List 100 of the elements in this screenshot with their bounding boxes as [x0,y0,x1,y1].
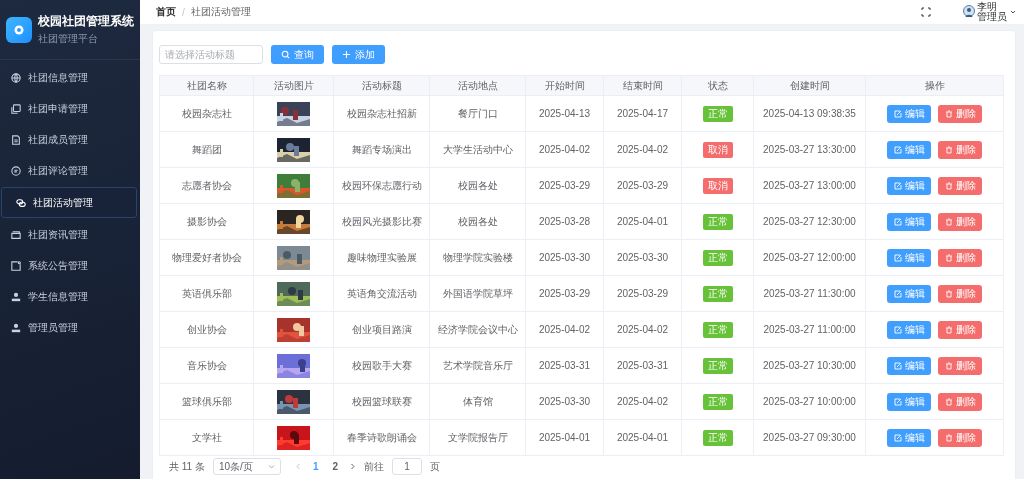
column-header: 活动标题 [333,75,430,96]
status-tag: 正常 [702,357,733,374]
trash-icon [944,289,953,298]
folder-icon [11,229,21,240]
status-tag: 取消 [702,177,733,194]
delete-button[interactable]: 删除 [938,140,982,159]
sidebar-item[interactable]: 社团评论管理 [3,155,137,186]
edit-button[interactable]: 编辑 [887,140,931,159]
trash-icon [944,361,953,370]
table-cell: 2025-03-27 11:30:00 [753,275,866,312]
edit-button[interactable]: 编辑 [887,104,931,123]
edit-icon [893,253,902,262]
column-header: 创建时间 [753,75,866,96]
column-header: 结束时间 [603,75,682,96]
table-cell: 2025-03-30 [525,239,604,276]
fullscreen-icon[interactable] [921,7,931,17]
avatar-icon[interactable] [963,5,975,19]
table-cell: 春季诗歌朗诵会 [333,419,430,456]
table-cell: 经济学院会议中心 [429,311,526,348]
table-cell: 校园歌手大赛 [333,347,430,384]
sidebar-item[interactable]: 社团申请管理 [3,93,137,124]
page-size-select[interactable]: 10条/页 [212,458,281,475]
sidebar-item[interactable]: 系统公告管理 [3,250,137,281]
table-cell: 英语角交流活动 [333,275,430,312]
table-cell: 2025-04-02 [525,311,604,348]
table-cell: 校园篮球联赛 [333,383,430,420]
table-cell: 英语俱乐部 [159,275,254,312]
edit-button[interactable]: 编辑 [887,428,931,447]
column-header: 活动地点 [429,75,526,96]
table-cell: 2025-04-02 [603,311,682,348]
table-cell: 体育馆 [429,383,526,420]
edit-button[interactable]: 编辑 [887,320,931,339]
breadcrumb-current: 社团活动管理 [190,5,251,19]
table-cell: 2025-03-27 10:30:00 [753,347,866,384]
delete-button[interactable]: 删除 [938,248,982,267]
globe-icon [11,72,21,83]
breadcrumb-link[interactable]: 首页 [156,5,176,19]
edit-icon [893,433,902,442]
goto-label: 前往 [364,459,385,474]
edit-button[interactable]: 编辑 [887,212,931,231]
table-cell: 校园环保志愿行动 [333,167,430,204]
edit-icon [893,289,902,298]
delete-button[interactable]: 删除 [938,356,982,375]
sidebar-item[interactable]: 社团资讯管理 [3,219,137,250]
page-suffix: 页 [430,459,441,474]
table-cell: 2025-03-29 [525,275,604,312]
notice-icon [11,260,21,271]
trash-icon [944,181,953,190]
table-cell: 2025-03-31 [603,347,682,384]
table-cell: 2025-04-02 [603,383,682,420]
trash-icon [944,325,953,334]
edit-button[interactable]: 编辑 [887,248,931,267]
page-number[interactable]: 1 [309,461,322,472]
table-cell: 2025-04-02 [525,131,604,168]
edit-button[interactable]: 编辑 [887,356,931,375]
plus-icon [342,50,351,59]
status-tag: 正常 [702,321,733,338]
delete-button[interactable]: 删除 [938,104,982,123]
edit-button[interactable]: 编辑 [887,284,931,303]
sidebar-item[interactable]: 管理员管理 [3,312,137,343]
sidebar-item[interactable]: 社团信息管理 [3,62,137,93]
table-cell: 2025-03-27 09:30:00 [753,419,866,456]
delete-button[interactable]: 删除 [938,320,982,339]
breadcrumb-separator: / [182,6,185,18]
add-button[interactable]: 添加 [332,45,385,64]
column-header: 状态 [681,75,754,96]
caret-icon[interactable] [1010,9,1016,15]
page-input[interactable]: 1 [392,458,423,475]
delete-button[interactable]: 删除 [938,176,982,195]
edit-button[interactable]: 编辑 [887,176,931,195]
delete-button[interactable]: 删除 [938,428,982,447]
edit-button[interactable]: 编辑 [887,392,931,411]
page-number[interactable]: 2 [329,461,342,472]
table-cell: 校园风光摄影比赛 [333,203,430,240]
chevron-down-icon [267,463,275,470]
delete-button[interactable]: 删除 [938,212,982,231]
status-tag: 取消 [702,141,733,158]
copy-icon [11,103,21,114]
user-icon [11,291,21,302]
sidebar-item[interactable]: 学生信息管理 [3,281,137,312]
table-cell: 2025-03-27 12:30:00 [753,203,866,240]
table-cell: 餐厅门口 [429,95,526,132]
delete-button[interactable]: 删除 [938,284,982,303]
status-tag: 正常 [702,105,733,122]
sidebar-item[interactable]: 社团成员管理 [3,124,137,155]
search-button[interactable]: 查询 [271,45,324,64]
sidebar-item[interactable]: 社团活动管理 [1,187,137,218]
table-cell: 艺术学院音乐厅 [429,347,526,384]
user-role: 管理员 [977,12,1007,22]
table-cell: 2025-04-01 [603,419,682,456]
delete-button[interactable]: 删除 [938,392,982,411]
table-cell: 趣味物理实验展 [333,239,430,276]
document-icon [11,134,21,145]
table-cell: 2025-04-01 [525,419,604,456]
search-field[interactable]: 请选择活动标题 [159,45,263,64]
search-icon [281,50,290,59]
circle-icon [13,23,25,36]
column-header: 操作 [865,75,1004,96]
table-cell: 2025-04-02 [603,131,682,168]
table-cell: 志愿者协会 [159,167,254,204]
